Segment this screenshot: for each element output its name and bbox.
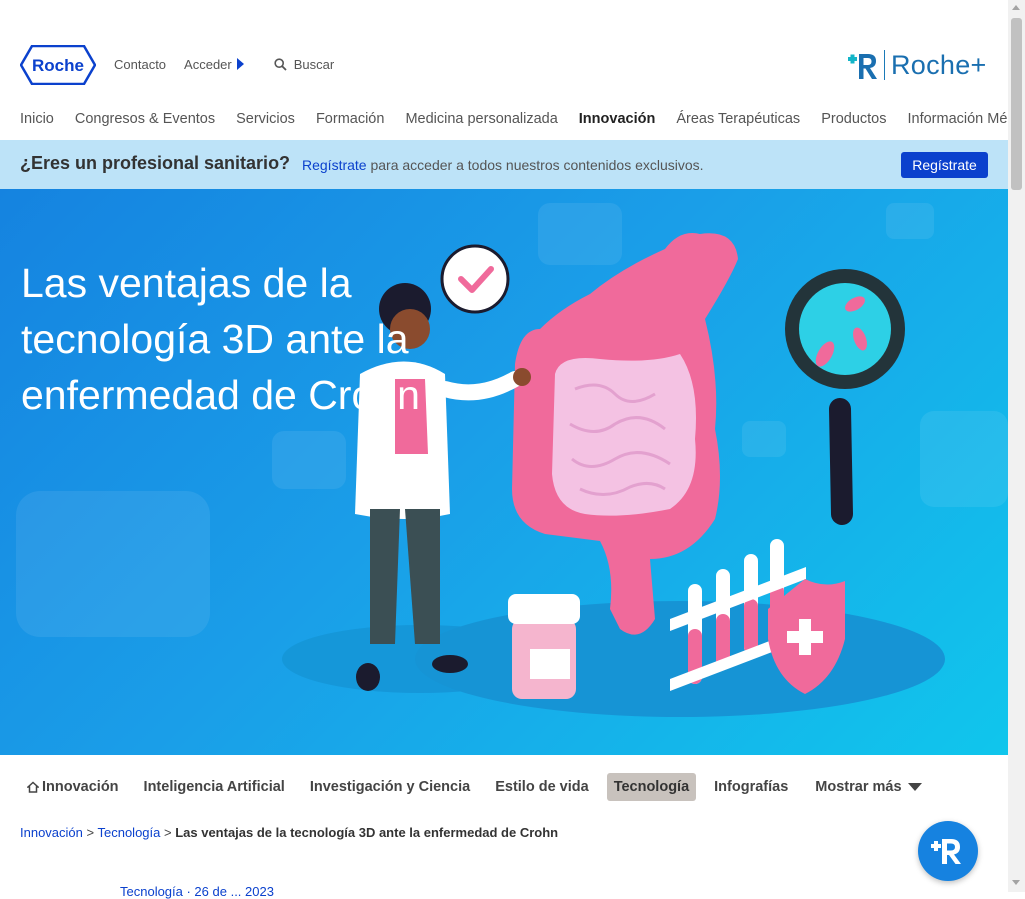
contacto-link[interactable]: Contacto	[114, 57, 166, 72]
subnav-item-infografias[interactable]: Infografías	[707, 773, 795, 801]
subnav-item-innovacion[interactable]: Innovación	[20, 773, 126, 801]
roche-plus-icon	[848, 54, 877, 79]
subnav-item-tecnologia[interactable]: Tecnología	[606, 773, 697, 801]
breadcrumb-innovacion[interactable]: Innovación	[20, 825, 83, 840]
caret-right-icon	[236, 58, 244, 70]
breadcrumb-separator: >	[160, 825, 176, 840]
breadcrumb-current: Las ventajas de la tecnología 3D ante la…	[175, 825, 559, 840]
section-subnav: Innovación Inteligencia Artificial Inves…	[20, 773, 922, 801]
breadcrumb-separator: >	[82, 825, 98, 840]
nav-item-congresos[interactable]: Congresos & Eventos	[75, 111, 215, 127]
scrollbar-thumb[interactable]	[1011, 18, 1022, 190]
register-banner: ¿Eres un profesional sanitario? Regístra…	[0, 140, 1008, 189]
nav-item-innovacion[interactable]: Innovación	[579, 111, 656, 127]
register-button[interactable]: Regístrate	[901, 152, 988, 178]
search-icon	[274, 58, 287, 71]
main-nav: Inicio Congresos & Eventos Servicios For…	[20, 111, 1025, 127]
breadcrumb: Innovación > Tecnología > Las ventajas d…	[20, 825, 558, 840]
subnav-item-investigacion[interactable]: Investigación y Ciencia	[303, 773, 477, 801]
acceder-label: Acceder	[184, 57, 232, 72]
subnav-item-inteligencia-artificial[interactable]: Inteligencia Artificial	[137, 773, 292, 801]
subnav-item-label: Innovación	[42, 779, 119, 795]
nav-item-formacion[interactable]: Formación	[316, 111, 385, 127]
site-header: Roche Contacto Acceder Buscar Roche+ Ini…	[0, 0, 1025, 140]
utility-links: Contacto Acceder Buscar	[114, 57, 352, 72]
nav-item-medicina-personalizada[interactable]: Medicina personalizada	[405, 111, 557, 127]
acceder-link[interactable]: Acceder	[184, 57, 244, 72]
logo-divider	[884, 50, 885, 80]
roche-plus-logo[interactable]: Roche+	[846, 48, 987, 82]
scroll-up-arrow-icon[interactable]	[1012, 5, 1020, 10]
caret-down-icon	[907, 783, 922, 791]
banner-question: ¿Eres un profesional sanitario?	[20, 153, 291, 173]
show-more-dropdown[interactable]: Mostrar más	[815, 779, 922, 795]
nav-item-inicio[interactable]: Inicio	[20, 111, 54, 127]
search-label: Buscar	[293, 57, 335, 72]
nav-item-areas-terapeuticas[interactable]: Áreas Terapéuticas	[676, 111, 800, 127]
logo-text: Roche	[32, 56, 84, 75]
home-icon	[27, 781, 39, 793]
nav-item-servicios[interactable]: Servicios	[236, 111, 295, 127]
search-button[interactable]: Buscar	[274, 57, 334, 72]
banner-register-link[interactable]: Regístrate	[302, 157, 367, 173]
subnav-item-estilo-de-vida[interactable]: Estilo de vida	[488, 773, 595, 801]
breadcrumb-tecnologia[interactable]: Tecnología	[97, 825, 160, 840]
hero-title: Las ventajas de la tecnología 3D ante la…	[21, 260, 420, 418]
show-more-label: Mostrar más	[815, 779, 902, 795]
roche-plus-chat-button[interactable]	[918, 821, 978, 881]
scroll-down-arrow-icon[interactable]	[1012, 880, 1020, 885]
roche-plus-text: Roche+	[891, 49, 987, 80]
banner-message: Regístrate para acceder a todos nuestros…	[302, 157, 704, 173]
nav-item-productos[interactable]: Productos	[821, 111, 886, 127]
roche-logo[interactable]: Roche	[20, 45, 96, 85]
banner-message-text: para acceder a todos nuestros contenidos…	[366, 157, 704, 173]
hero-banner: Las ventajas de la tecnología 3D ante la…	[0, 189, 1008, 755]
roche-plus-chat-icon	[931, 839, 961, 864]
